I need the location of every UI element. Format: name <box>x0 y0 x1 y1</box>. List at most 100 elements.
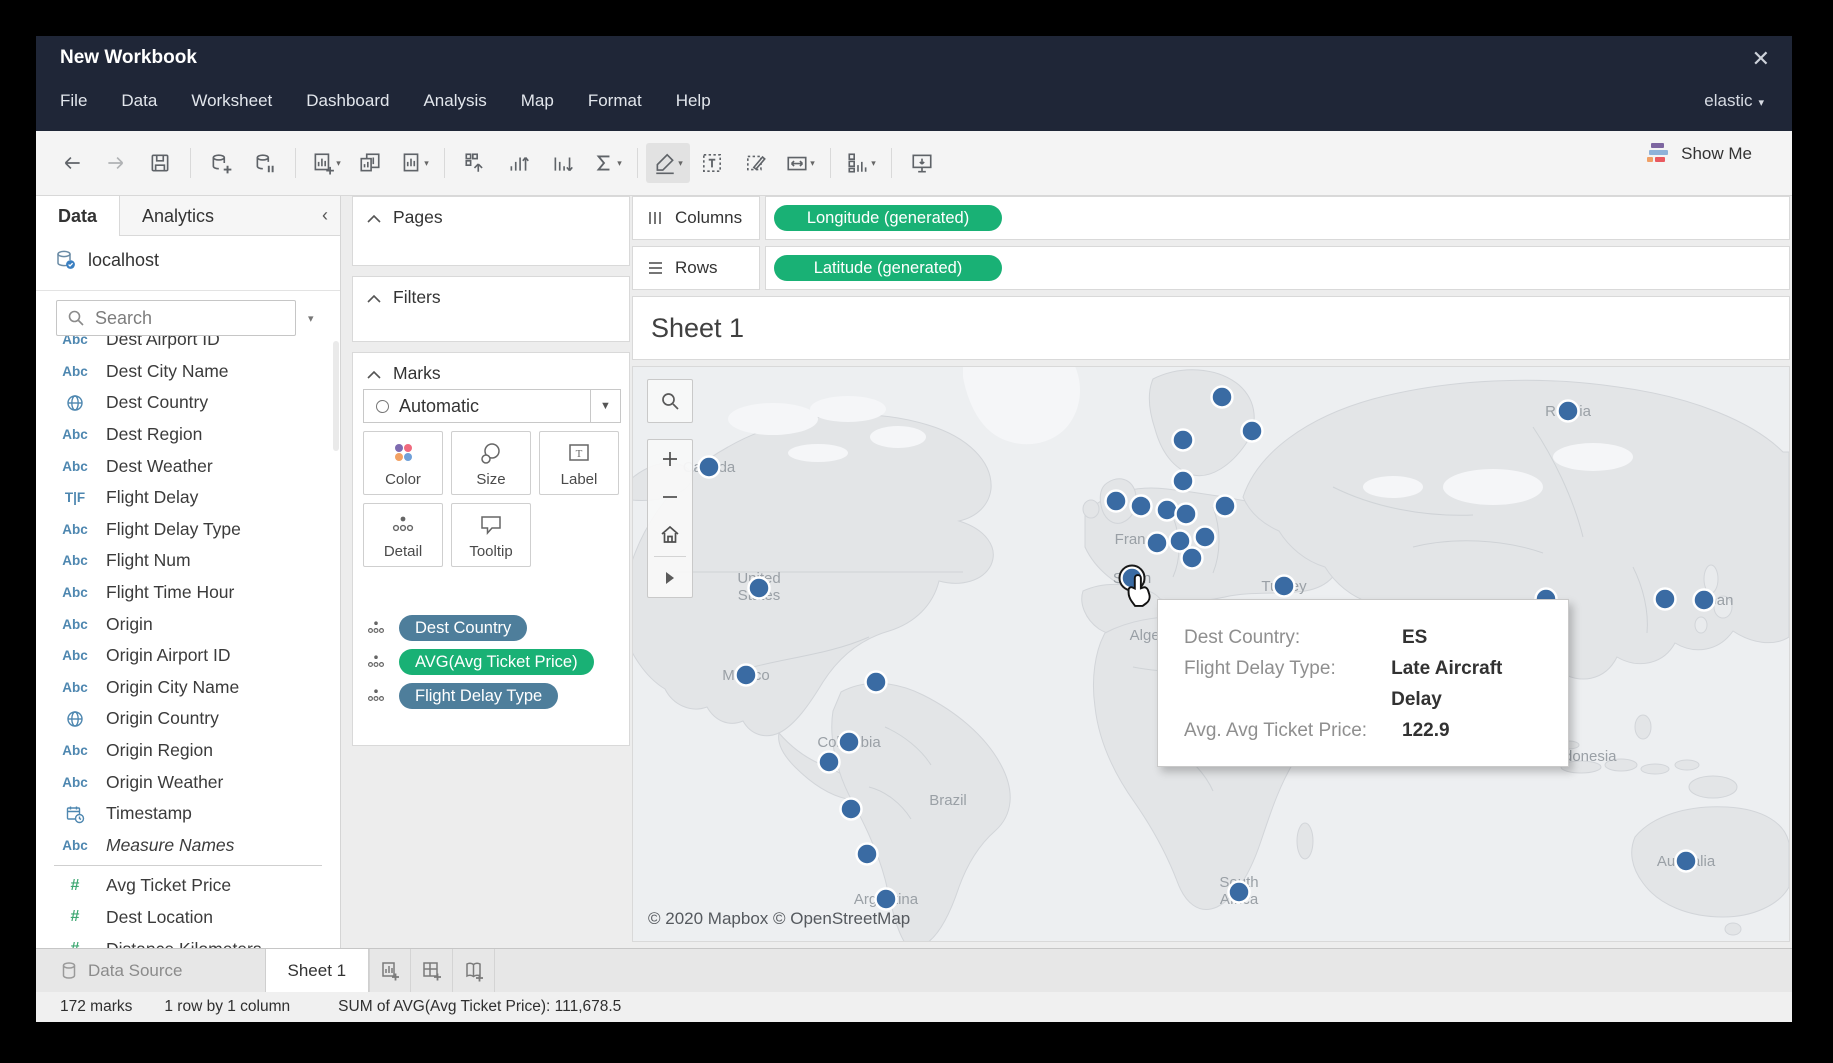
label-button[interactable]: TLabel <box>539 431 619 495</box>
map-mark[interactable] <box>841 799 862 820</box>
map-mark[interactable] <box>1694 590 1715 611</box>
field-flight-time-hour[interactable]: AbcFlight Time Hour <box>36 577 340 609</box>
map-attribution[interactable]: © 2020 Mapbox © OpenStreetMap <box>648 909 910 929</box>
zoom-in-button[interactable] <box>648 440 692 478</box>
presentation-button[interactable] <box>900 143 944 183</box>
map-mark[interactable] <box>699 457 720 478</box>
fit-button[interactable]: ▾ <box>778 143 822 183</box>
map-mark[interactable] <box>1157 500 1178 521</box>
totals-button[interactable]: ▾ <box>585 143 629 183</box>
pages-card[interactable]: Pages <box>352 196 630 266</box>
map-search-button[interactable] <box>647 379 693 423</box>
map-mark[interactable] <box>876 889 897 910</box>
menu-worksheet[interactable]: Worksheet <box>191 91 272 111</box>
new-worksheet-tab-button[interactable] <box>369 949 411 992</box>
pill-dest-country[interactable]: Dest Country <box>399 615 527 641</box>
field-origin-region[interactable]: AbcOrigin Region <box>36 735 340 767</box>
pill-avg-avg-ticket-price-[interactable]: AVG(Avg Ticket Price) <box>399 649 594 675</box>
sort-descending-button[interactable] <box>541 143 585 183</box>
zoom-home-button[interactable] <box>648 516 692 554</box>
field-flight-delay[interactable]: T|FFlight Delay <box>36 482 340 514</box>
map-mark[interactable] <box>1147 533 1168 554</box>
data-connection[interactable]: localhost <box>54 248 159 272</box>
map-mark[interactable] <box>866 672 887 693</box>
pill-latitude[interactable]: Latitude (generated) <box>774 255 1002 281</box>
mark-type-dropdown[interactable]: Automatic ▼ <box>363 389 621 423</box>
field-distance-kilometers[interactable]: #Distance Kilometers <box>36 933 340 948</box>
new-story-tab-button[interactable] <box>453 949 495 992</box>
field-flight-num[interactable]: AbcFlight Num <box>36 545 340 577</box>
scrollbar[interactable] <box>333 341 339 451</box>
sort-ascending-button[interactable] <box>497 143 541 183</box>
pause-updates-button[interactable] <box>243 143 287 183</box>
duplicate-sheet-button[interactable] <box>348 143 392 183</box>
map-mark[interactable] <box>1215 496 1236 517</box>
rows-shelf-drop[interactable]: Latitude (generated) <box>765 246 1790 290</box>
field-avg-ticket-price[interactable]: #Avg Ticket Price <box>36 870 340 902</box>
search-options-icon[interactable]: ▾ <box>308 312 314 325</box>
cells-button[interactable]: ▾ <box>839 143 883 183</box>
field-dest-airport-id[interactable]: AbcDest Airport ID <box>36 336 340 356</box>
menu-format[interactable]: Format <box>588 91 642 111</box>
filters-card[interactable]: Filters <box>352 276 630 342</box>
field-dest-location[interactable]: #Dest Location <box>36 902 340 934</box>
map-mark[interactable] <box>736 665 757 686</box>
field-dest-country[interactable]: Dest Country <box>36 387 340 419</box>
close-icon[interactable]: ✕ <box>1752 46 1770 72</box>
field-origin-country[interactable]: Origin Country <box>36 703 340 735</box>
redo-button[interactable] <box>94 143 138 183</box>
map-mark[interactable] <box>1676 851 1697 872</box>
map-mark[interactable] <box>857 844 878 865</box>
menu-dashboard[interactable]: Dashboard <box>306 91 389 111</box>
map-mark[interactable] <box>749 578 770 599</box>
search-input[interactable]: Search <box>56 300 296 336</box>
map-mark[interactable] <box>1131 496 1152 517</box>
field-origin[interactable]: AbcOrigin <box>36 608 340 640</box>
field-timestamp[interactable]: Timestamp <box>36 798 340 830</box>
map-mark[interactable] <box>1195 527 1216 548</box>
map-mark[interactable] <box>1274 576 1295 597</box>
menu-map[interactable]: Map <box>521 91 554 111</box>
field-dest-city-name[interactable]: AbcDest City Name <box>36 356 340 388</box>
show-mark-labels-button[interactable] <box>690 143 734 183</box>
new-worksheet-button[interactable]: ▾ <box>304 143 348 183</box>
map-mark[interactable] <box>1106 491 1127 512</box>
color-button[interactable]: Color <box>363 431 443 495</box>
map-mark[interactable] <box>1558 401 1579 422</box>
pill-flight-delay-type[interactable]: Flight Delay Type <box>399 683 558 709</box>
menu-data[interactable]: Data <box>121 91 157 111</box>
undo-button[interactable] <box>50 143 94 183</box>
map-mark[interactable] <box>1212 387 1233 408</box>
map-pan-options-button[interactable] <box>648 559 692 597</box>
user-menu[interactable]: elastic▾ <box>1704 91 1764 111</box>
new-dashboard-tab-button[interactable] <box>411 949 453 992</box>
menu-file[interactable]: File <box>60 91 87 111</box>
map-mark[interactable] <box>1173 471 1194 492</box>
menu-analysis[interactable]: Analysis <box>423 91 486 111</box>
field-dest-region[interactable]: AbcDest Region <box>36 419 340 451</box>
menu-help[interactable]: Help <box>676 91 711 111</box>
map-view[interactable]: CanadaUnitedStatesMexicoColombiaBrazilAr… <box>632 366 1790 942</box>
columns-shelf-drop[interactable]: Longitude (generated) <box>765 196 1790 240</box>
field-origin-weather[interactable]: AbcOrigin Weather <box>36 766 340 798</box>
show-me-button[interactable]: Show Me <box>1645 143 1752 165</box>
collapse-pane-icon[interactable]: ‹ <box>322 196 340 235</box>
map-mark[interactable] <box>1182 548 1203 569</box>
tab-analytics[interactable]: Analytics <box>120 196 236 236</box>
map-mark[interactable] <box>1242 421 1263 442</box>
format-button[interactable] <box>734 143 778 183</box>
add-data-button[interactable] <box>199 143 243 183</box>
field-dest-weather[interactable]: AbcDest Weather <box>36 450 340 482</box>
field-flight-delay-type[interactable]: AbcFlight Delay Type <box>36 514 340 546</box>
map-mark[interactable] <box>1176 504 1197 525</box>
detail-button[interactable]: Detail <box>363 503 443 567</box>
sheet-tab-active[interactable]: Sheet 1 <box>265 949 370 992</box>
zoom-out-button[interactable] <box>648 478 692 516</box>
swap-axes-button[interactable] <box>453 143 497 183</box>
map-mark[interactable] <box>839 732 860 753</box>
map-mark[interactable] <box>819 752 840 773</box>
tooltip-button[interactable]: Tooltip <box>451 503 531 567</box>
pill-longitude[interactable]: Longitude (generated) <box>774 205 1002 231</box>
data-source-tab[interactable]: Data Source <box>36 949 203 992</box>
map-mark[interactable] <box>1229 882 1250 903</box>
